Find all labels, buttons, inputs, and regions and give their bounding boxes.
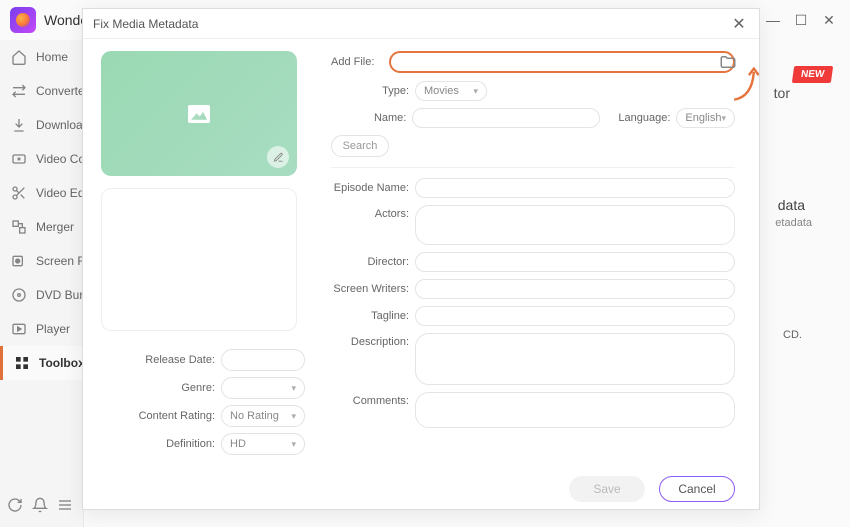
definition-value: HD (230, 438, 246, 450)
writers-label: Screen Writers: (331, 283, 409, 295)
media-preview[interactable] (101, 51, 297, 176)
modal-left-panel: Release Date: Genre: ▾ Content Rating: N… (83, 39, 323, 467)
tagline-label: Tagline: (331, 310, 409, 322)
edit-preview-button[interactable] (267, 146, 289, 168)
modal-right-panel: Add File: Type: Movies▾ Name: L (323, 39, 759, 467)
language-value: English (685, 112, 721, 124)
divider (331, 167, 735, 168)
description-label: Description: (331, 333, 409, 348)
tagline-input[interactable] (415, 306, 735, 326)
definition-label: Definition: (166, 438, 215, 450)
search-button[interactable]: Search (331, 135, 389, 157)
callout-arrow-icon (727, 67, 759, 108)
description-input[interactable] (415, 333, 735, 385)
content-rating-value: No Rating (230, 410, 279, 422)
type-value: Movies (424, 85, 459, 97)
chevron-down-icon: ▾ (291, 439, 296, 450)
comments-label: Comments: (331, 392, 409, 407)
definition-select[interactable]: HD ▾ (221, 433, 305, 455)
main-window: Wonder — ☐ ✕ Home Converter Download Vid… (0, 0, 850, 527)
chevron-down-icon: ▾ (291, 411, 296, 422)
release-date-field[interactable] (221, 349, 305, 371)
extra-preview-box (101, 188, 297, 331)
content-rating-select[interactable]: No Rating ▾ (221, 405, 305, 427)
actors-label: Actors: (331, 205, 409, 220)
genre-label: Genre: (181, 382, 215, 394)
director-input[interactable] (415, 252, 735, 272)
image-placeholder-icon (188, 105, 210, 123)
add-file-row: Add File: (331, 51, 735, 73)
writers-input[interactable] (415, 279, 735, 299)
modal-title: Fix Media Metadata (93, 17, 198, 31)
episode-label: Episode Name: (331, 182, 409, 194)
genre-select[interactable]: ▾ (221, 377, 305, 399)
name-input[interactable] (412, 108, 600, 128)
language-select[interactable]: English▾ (676, 108, 735, 128)
release-date-label: Release Date: (145, 354, 215, 366)
chevron-down-icon: ▾ (721, 113, 726, 124)
cancel-button[interactable]: Cancel (659, 476, 735, 502)
chevron-down-icon: ▾ (473, 86, 478, 97)
modal-footer: Save Cancel (83, 467, 759, 511)
content-rating-label: Content Rating: (139, 410, 215, 422)
language-label: Language: (618, 112, 670, 124)
director-label: Director: (331, 256, 409, 268)
type-select[interactable]: Movies ▾ (415, 81, 487, 101)
type-label: Type: (331, 85, 409, 97)
chevron-down-icon: ▾ (291, 383, 296, 394)
name-label: Name: (331, 112, 406, 124)
add-file-input[interactable] (389, 51, 735, 73)
comments-input[interactable] (415, 392, 735, 428)
add-file-label: Add File: (331, 56, 383, 68)
actors-input[interactable] (415, 205, 735, 245)
save-button[interactable]: Save (569, 476, 645, 502)
fix-metadata-modal: Fix Media Metadata ✕ Release Date: (82, 8, 760, 510)
modal-close-button[interactable]: ✕ (729, 14, 749, 34)
modal-header: Fix Media Metadata ✕ (83, 9, 759, 39)
episode-input[interactable] (415, 178, 735, 198)
